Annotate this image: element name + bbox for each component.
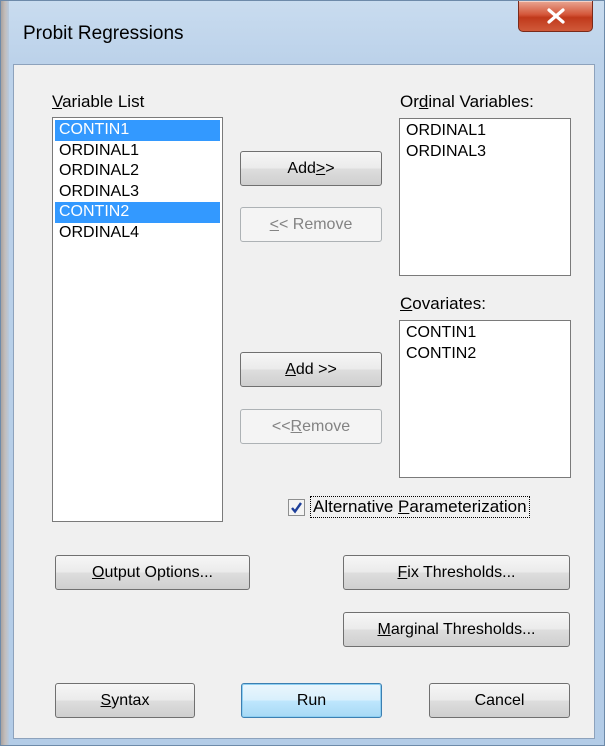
run-button[interactable]: Run <box>241 683 382 718</box>
list-item[interactable]: ORDINAL1 <box>55 141 220 162</box>
close-icon <box>546 8 565 24</box>
output-options-button[interactable]: Output Options... <box>55 555 250 590</box>
add-covariate-button[interactable]: Add >> <box>240 352 382 387</box>
list-item[interactable]: ORDINAL2 <box>55 161 220 182</box>
close-button[interactable] <box>518 1 593 32</box>
alt-param-label[interactable]: Alternative Parameterization <box>310 496 530 518</box>
cancel-button[interactable]: Cancel <box>429 683 570 718</box>
dialog-body: Variable List CONTIN1 ORDINAL1 ORDINAL2 … <box>13 64 595 739</box>
list-item[interactable]: ORDINAL3 <box>55 182 220 203</box>
list-item[interactable]: CONTIN1 <box>55 120 220 141</box>
list-item[interactable]: CONTIN1 <box>402 323 568 344</box>
list-item[interactable]: ORDINAL3 <box>402 142 568 163</box>
fix-thresholds-button[interactable]: Fix Thresholds... <box>343 555 570 590</box>
list-item[interactable]: CONTIN2 <box>55 202 220 223</box>
syntax-button[interactable]: Syntax <box>55 683 195 718</box>
checkmark-icon <box>291 502 302 514</box>
covariates-label: Covariates: <box>400 294 486 313</box>
alt-param-checkbox[interactable] <box>288 499 305 516</box>
variable-list[interactable]: CONTIN1 ORDINAL1 ORDINAL2 ORDINAL3 CONTI… <box>52 117 223 522</box>
marginal-thresholds-button[interactable]: Marginal Thresholds... <box>343 612 570 647</box>
remove-covariate-button[interactable]: << Remove <box>240 409 382 444</box>
ordinal-variables-list[interactable]: ORDINAL1 ORDINAL3 <box>399 118 571 276</box>
covariates-list[interactable]: CONTIN1 CONTIN2 <box>399 320 571 478</box>
list-item[interactable]: ORDINAL1 <box>402 121 568 142</box>
list-item[interactable]: CONTIN2 <box>402 344 568 365</box>
remove-ordinal-button[interactable]: < < Remove <box>240 207 382 242</box>
list-item[interactable]: ORDINAL4 <box>55 223 220 244</box>
add-ordinal-button[interactable]: Add > > <box>240 151 382 186</box>
window-title: Probit Regressions <box>23 23 184 44</box>
dialog-window: Probit Regressions Variable List CONTIN1… <box>0 0 605 746</box>
ordinal-variables-label: Ordinal Variables: <box>400 92 534 111</box>
variable-list-label: Variable List <box>52 92 145 111</box>
